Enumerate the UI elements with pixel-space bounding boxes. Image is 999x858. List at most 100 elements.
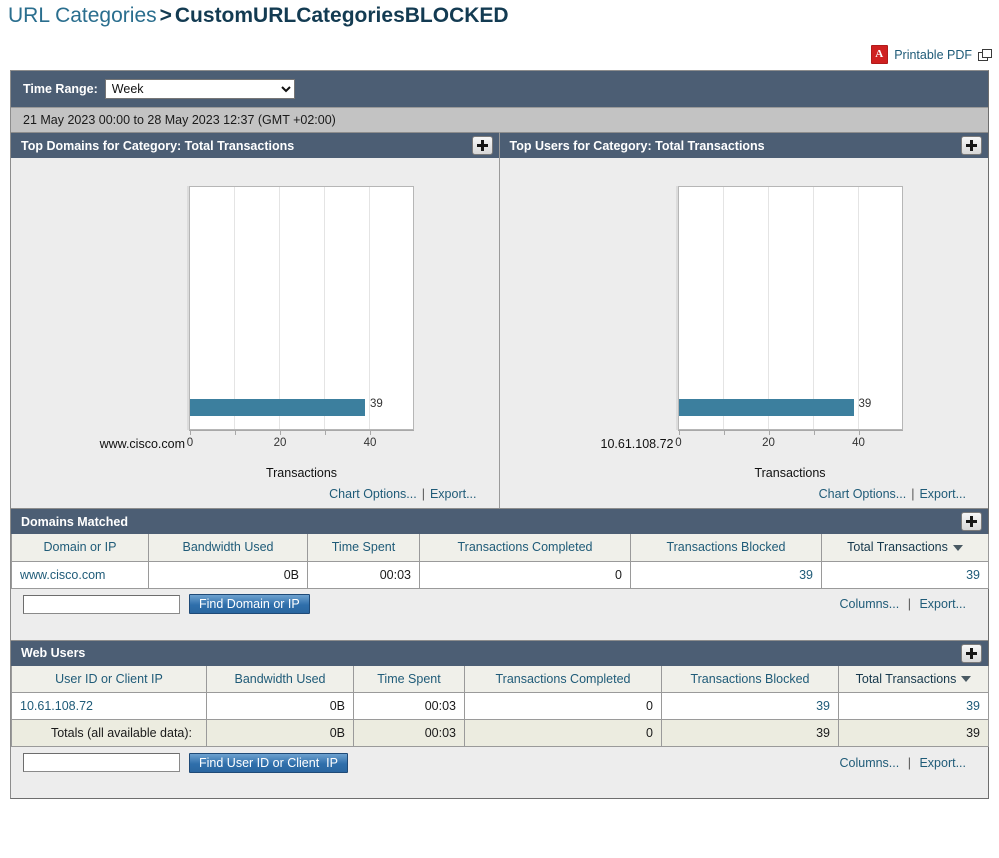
col-time-spent[interactable]: Time Spent <box>353 665 465 693</box>
pdf-icon <box>871 45 889 64</box>
category-label-domain: www.cisco.com <box>99 437 185 451</box>
cell-totals-blocked: 39 <box>661 719 839 747</box>
cell-totals-time-spent: 00:03 <box>353 719 465 747</box>
col-time-spent[interactable]: Time Spent <box>307 534 420 562</box>
report-frame: Time Range: Week 21 May 2023 00:00 to 28… <box>10 70 989 799</box>
report-page: URL Categories > CustomURLCategoriesBLOCKE… <box>0 0 999 858</box>
chart-options-link[interactable]: Chart Options... <box>329 487 417 501</box>
cell-total[interactable]: 39 <box>821 560 989 589</box>
printable-pdf-label: Printable PDF <box>894 47 972 62</box>
export-link[interactable]: Export... <box>919 597 966 611</box>
x-axis-title: Transactions <box>754 466 826 480</box>
cell-totals-completed: 0 <box>464 719 662 747</box>
cell-bandwidth: 0B <box>206 692 354 720</box>
cell-completed: 0 <box>464 692 662 720</box>
chart-panel-users: Top Users for Category: Total Transactio… <box>499 132 988 508</box>
chart-options-link[interactable]: Chart Options... <box>819 487 907 501</box>
col-transactions-completed[interactable]: Transactions Completed <box>419 534 631 562</box>
cell-total[interactable]: 39 <box>838 692 989 720</box>
printable-pdf-link[interactable]: Printable PDF <box>871 45 992 64</box>
col-transactions-blocked[interactable]: Transactions Blocked <box>661 665 839 693</box>
cell-domain-name[interactable]: www.cisco.com <box>11 560 149 589</box>
chart-panel-domains: Top Domains for Category: Total Transact… <box>11 132 500 508</box>
link-separator: | <box>907 597 911 611</box>
sort-descending-icon <box>961 676 972 683</box>
col-transactions-completed[interactable]: Transactions Completed <box>464 665 662 693</box>
col-domain-or-ip[interactable]: Domain or IP <box>11 534 149 562</box>
columns-link[interactable]: Columns... <box>839 597 899 611</box>
cell-bandwidth: 0B <box>148 560 308 589</box>
find-user-input[interactable] <box>23 753 180 772</box>
cell-totals-label: Totals (all available data): <box>11 719 207 747</box>
col-total-transactions-label: Total Transactions <box>847 540 948 555</box>
bar-www-cisco-com[interactable] <box>190 399 365 416</box>
x-tick <box>370 430 371 435</box>
cell-blocked[interactable]: 39 <box>661 692 839 720</box>
col-bandwidth-used[interactable]: Bandwidth Used <box>148 534 308 562</box>
breadcrumb-separator: > <box>159 4 172 27</box>
web-users-table-links: Columns... | Export... <box>839 756 966 770</box>
cell-blocked[interactable]: 39 <box>630 560 822 589</box>
cell-totals-bandwidth: 0B <box>206 719 354 747</box>
x-tick-label: 20 <box>273 437 287 449</box>
time-range-select[interactable]: Week <box>104 79 295 99</box>
expand-icon[interactable] <box>961 512 982 531</box>
col-bandwidth-used[interactable]: Bandwidth Used <box>206 665 354 693</box>
chart-header-domains: Top Domains for Category: Total Transact… <box>11 132 499 158</box>
col-total-transactions[interactable]: Total Transactions <box>838 665 989 693</box>
domains-matched-title: Domains Matched <box>21 514 128 529</box>
bar-value-label: 39 <box>370 398 383 410</box>
bar-10-61-108-72[interactable] <box>678 399 854 416</box>
table-header-row: Domain or IP Bandwidth Used Time Spent T… <box>11 534 989 562</box>
find-domain-input[interactable] <box>23 594 180 614</box>
x-tick <box>280 430 281 435</box>
cell-time-spent: 00:03 <box>353 692 465 720</box>
bar-row: 39 <box>678 389 902 429</box>
totals-row: Totals (all available data): 0B 00:03 0 … <box>11 719 989 747</box>
domains-find-pad <box>11 619 988 640</box>
plot-area-domains: 39 <box>189 186 414 430</box>
chart-body-domains: 39 www.cisco.com 0 20 40 Transactions <box>11 158 499 480</box>
chart-export-link[interactable]: Export... <box>430 487 477 501</box>
x-tick <box>325 430 326 435</box>
bar-row: 39 <box>190 389 413 429</box>
find-user-button[interactable]: Find User ID or Client IP <box>189 752 348 773</box>
x-axis-line <box>677 430 903 431</box>
expand-icon[interactable] <box>961 136 982 155</box>
export-link[interactable]: Export... <box>919 756 966 770</box>
category-label-user: 10.61.108.72 <box>600 437 674 451</box>
page-title: CustomURLCategoriesBLOCKED <box>174 4 509 27</box>
col-user-id-or-client-ip[interactable]: User ID or Client IP <box>11 665 207 693</box>
col-transactions-blocked[interactable]: Transactions Blocked <box>630 534 822 562</box>
expand-icon[interactable] <box>471 136 493 155</box>
link-separator: | <box>911 487 915 501</box>
cell-user-id[interactable]: 10.61.108.72 <box>11 692 207 720</box>
table-row: www.cisco.com 0B 00:03 0 39 39 <box>11 560 989 589</box>
x-tick <box>768 430 770 435</box>
columns-link[interactable]: Columns... <box>839 756 899 770</box>
x-tick <box>235 430 236 435</box>
web-users-find-bar: Find User ID or Client IP Columns... | E… <box>11 747 988 778</box>
table-header-row: User ID or Client IP Bandwidth Used Time… <box>11 665 989 693</box>
breadcrumb-parent[interactable]: URL Categories <box>8 4 157 27</box>
cell-time-spent: 00:03 <box>307 560 420 589</box>
domains-matched-table: Domain or IP Bandwidth Used Time Spent T… <box>11 534 989 589</box>
cell-totals-total: 39 <box>838 719 989 747</box>
chart-export-link[interactable]: Export... <box>919 487 966 501</box>
date-range-text: 21 May 2023 00:00 to 28 May 2023 12:37 (… <box>11 107 988 132</box>
x-axis-line <box>189 430 414 431</box>
chart-links-users: Chart Options... | Export... <box>499 480 988 508</box>
cell-completed: 0 <box>419 560 631 589</box>
domains-table-links: Columns... | Export... <box>839 597 966 611</box>
time-range-bar: Time Range: Week <box>11 71 988 107</box>
col-total-transactions[interactable]: Total Transactions <box>821 534 989 562</box>
chart-body-users: 39 10.61.108.72 0 20 40 Transactions <box>499 158 988 480</box>
breadcrumb: URL Categories > CustomURLCategoriesBLOCKE… <box>8 4 509 28</box>
plot-area-users: 39 <box>677 186 903 430</box>
x-tick <box>190 430 191 435</box>
expand-icon[interactable] <box>961 643 982 663</box>
x-tick-label: 20 <box>762 437 775 449</box>
x-tick-label: 0 <box>186 437 194 449</box>
time-range-label: Time Range: <box>23 82 98 96</box>
find-domain-button[interactable]: Find Domain or IP <box>189 594 310 614</box>
